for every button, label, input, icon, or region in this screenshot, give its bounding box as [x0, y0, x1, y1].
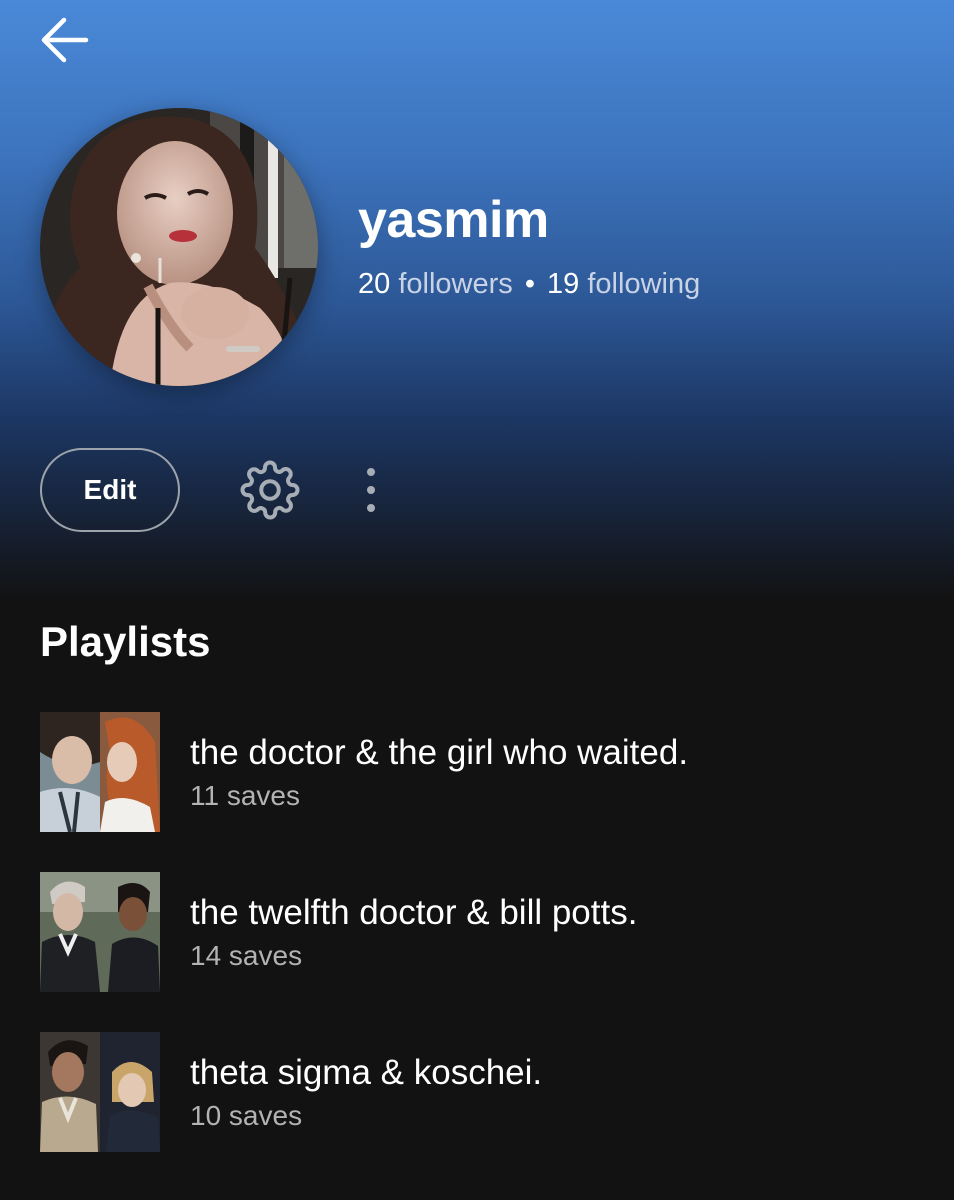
more-vertical-icon-dot [367, 504, 375, 512]
back-button[interactable] [34, 10, 94, 70]
arrow-left-icon [41, 17, 89, 63]
followers-link[interactable]: 20 followers [358, 268, 521, 300]
settings-button[interactable] [238, 458, 302, 522]
playlist-saves: 10 saves [190, 1100, 303, 1131]
following-count: 19 [547, 268, 580, 300]
playlist-saves: 11 saves [190, 780, 300, 811]
playlist-text: the doctor & the girl who waited. 11 sav… [190, 731, 688, 813]
playlist-item[interactable]: the twelfth doctor & bill potts. 14 save… [40, 872, 920, 992]
more-options-button[interactable] [354, 458, 388, 522]
playlist-cover-image [40, 712, 160, 832]
following-link[interactable]: 19 following [539, 268, 700, 300]
playlist-cover [40, 872, 160, 992]
avatar-image [40, 108, 318, 386]
playlist-title: the twelfth doctor & bill potts. [190, 893, 638, 932]
stats-separator: • [524, 268, 535, 300]
edit-button[interactable]: Edit [40, 448, 180, 532]
playlist-title: the doctor & the girl who waited. [190, 733, 689, 772]
playlist-cover [40, 712, 160, 832]
playlist-text: the twelfth doctor & bill potts. 14 save… [190, 891, 637, 973]
avatar[interactable] [40, 108, 318, 386]
follow-stats: 20 followers • 19 following [358, 266, 700, 302]
following-label: following [587, 268, 701, 300]
playlist-list: the doctor & the girl who waited. 11 sav… [40, 712, 920, 1192]
profile-info: yasmim 20 followers • 19 following [358, 190, 700, 302]
more-vertical-icon-dot [367, 486, 375, 494]
playlist-text: theta sigma & koschei. 10 saves [190, 1051, 542, 1133]
playlist-saves: 14 saves [190, 940, 303, 971]
playlist-cover [40, 1032, 160, 1152]
playlist-item[interactable]: theta sigma & koschei. 10 saves [40, 1032, 920, 1152]
playlists-heading: Playlists [40, 618, 211, 665]
profile-actions: Edit [40, 448, 388, 532]
playlist-cover-image [40, 1032, 160, 1152]
followers-count: 20 [358, 268, 391, 300]
profile-screen: yasmim 20 followers • 19 following Edit … [0, 0, 954, 1200]
followers-label: followers [398, 268, 513, 300]
playlist-title: theta sigma & koschei. [190, 1053, 543, 1092]
gear-icon [240, 460, 300, 520]
playlist-item[interactable]: the doctor & the girl who waited. 11 sav… [40, 712, 920, 832]
profile-name: yasmim [358, 191, 549, 249]
more-vertical-icon [367, 468, 375, 476]
playlist-cover-image [40, 872, 160, 992]
